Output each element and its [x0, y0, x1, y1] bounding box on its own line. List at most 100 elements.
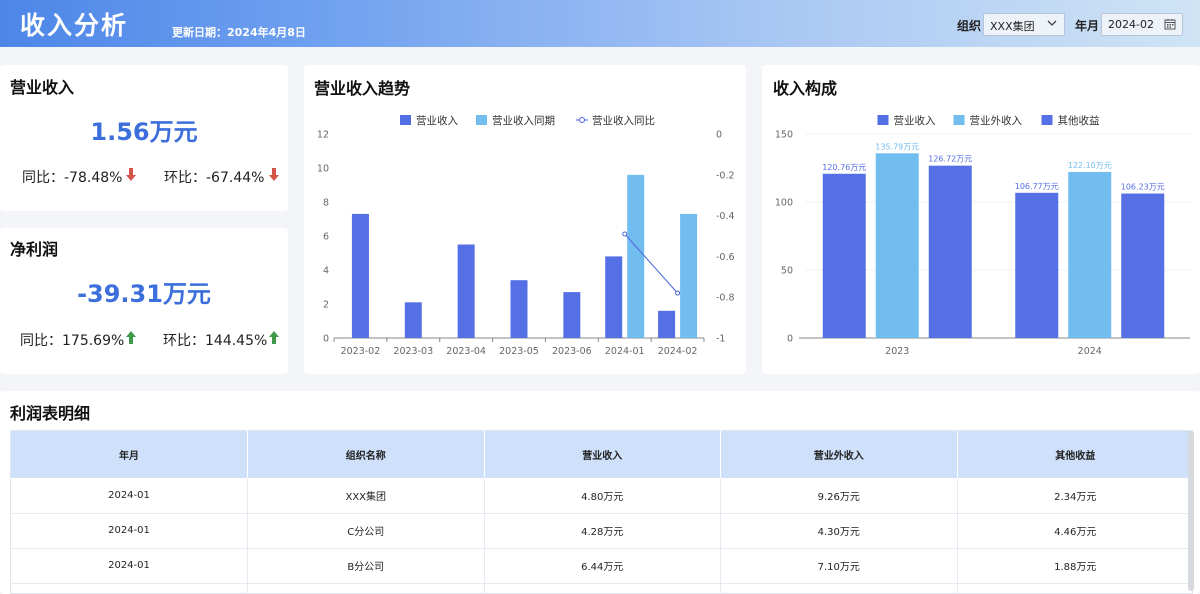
table-scrollbar[interactable]: [1188, 431, 1194, 591]
y-left-tick-label: 2: [323, 300, 329, 311]
cell-revenue: [484, 583, 721, 593]
y-left-tick-label: 4: [323, 266, 329, 277]
y-right-tick-label: 0: [716, 130, 722, 141]
cell-org: XXX集团: [247, 478, 485, 514]
org-select[interactable]: XXX集团: [983, 13, 1065, 36]
composition-chart: 营业收入 营业外收入 其他收益 0 50 100 150 2023 120.76万元 135.79…: [775, 114, 1190, 357]
month-picker-value: 2024-02: [1108, 18, 1154, 31]
bar-revenue: [404, 302, 422, 338]
x-tick-label: 2024: [1078, 346, 1102, 357]
y-tick-label: 0: [787, 334, 793, 345]
page-title: 收入分析: [20, 11, 129, 40]
cell-other-income: 4.46万元: [957, 513, 1192, 549]
table-row[interactable]: [11, 583, 1192, 593]
yoy-point: [675, 290, 681, 296]
x-tick-label: 2023-06: [552, 346, 592, 357]
bar-data-label: 135.79万元: [875, 142, 919, 151]
arrow-down-icon: [269, 168, 279, 181]
cell-org: B分公司: [247, 548, 485, 584]
table-title: 利润表明细: [10, 404, 91, 423]
legend-swatch: [1041, 115, 1053, 125]
bar-other-income: [1121, 193, 1165, 338]
legend-label: 营业收入同期: [492, 114, 555, 127]
cell-other-income: 2.34万元: [957, 478, 1192, 514]
bar-revenue: [563, 292, 581, 338]
legend-swatch: [877, 115, 889, 125]
bar-revenue: [605, 256, 623, 338]
bar-nonop-income: [875, 153, 919, 338]
x-tick-label: 2023-04: [446, 346, 486, 357]
y-right-tick-label: -0.2: [716, 170, 735, 181]
bar-revenue: [351, 213, 369, 338]
legend-label: 营业收入: [416, 114, 458, 127]
cell-revenue: 6.44万元: [484, 548, 721, 584]
table-header-row: 年月 组织名称 营业收入 营业外收入 其他收益: [11, 431, 1192, 478]
y-tick-label: 50: [781, 266, 793, 277]
revenue-value: 1.56万元: [90, 118, 198, 146]
month-filter-label: 年月: [1075, 19, 1100, 33]
cell-revenue: 4.80万元: [484, 478, 721, 514]
cell-nonop-income: [720, 583, 958, 593]
revenue-yoy: 同比：-78.48%: [22, 170, 123, 186]
cell-other-income: 1.88万元: [957, 548, 1192, 584]
y-right-tick-label: -0.4: [716, 211, 735, 222]
cell-org: [247, 583, 485, 593]
y-left-tick-label: 0: [323, 334, 329, 345]
bar-revenue-prior: [627, 174, 645, 338]
legend-swatch: [476, 115, 487, 125]
profit-card-title: 净利润: [10, 240, 59, 259]
cell-other-income: [957, 583, 1192, 593]
page-header: 收入分析 更新日期：2024年4月8日 组织 XXX集团 年月 2024-02: [0, 0, 1200, 47]
y-right-tick-label: -1: [716, 334, 725, 345]
org-select-value: XXX集团: [990, 20, 1035, 33]
bar-revenue: [457, 244, 475, 338]
profit-value: -39.31万元: [77, 280, 211, 308]
y-right-tick-label: -0.6: [716, 252, 735, 263]
cell-nonop-income: 4.30万元: [720, 513, 958, 549]
bar-revenue: [822, 173, 866, 338]
legend-label: 营业收入: [894, 114, 936, 127]
y-tick-label: 100: [775, 198, 793, 209]
profit-mom: 环比：144.45%: [163, 333, 268, 349]
x-tick-label: 2023: [885, 346, 909, 357]
table-row[interactable]: 2024-01 B分公司 6.44万元 7.10万元 1.88万元: [11, 548, 1192, 584]
col-header-other-income[interactable]: 其他收益: [957, 431, 1192, 478]
col-header-month[interactable]: 年月: [11, 431, 248, 478]
revenue-card: 营业收入 1.56万元 同比：-78.48% 环比：-67.44%: [0, 65, 288, 211]
x-tick-label: 2023-03: [393, 346, 433, 357]
cell-month: 2024-01: [11, 478, 248, 514]
update-date: 更新日期：2024年4月8日: [172, 26, 306, 39]
bar-data-label: 106.77万元: [1015, 182, 1059, 191]
bar-data-label: 106.23万元: [1121, 183, 1165, 192]
col-header-nonop-income[interactable]: 营业外收入: [720, 431, 958, 478]
bar-revenue: [1015, 192, 1059, 338]
trend-chart: 营业收入 营业收入同期 营业收入同比 0 2 4 6 8 10 12 0 -0.2 -0.4 -0.6 -0…: [317, 114, 735, 357]
month-picker[interactable]: 2024-02: [1101, 13, 1183, 36]
y-right-tick-label: -0.8: [716, 293, 735, 304]
bar-nonop-income: [1068, 171, 1112, 338]
cell-org: C分公司: [247, 513, 485, 549]
calendar-icon: [1164, 19, 1176, 30]
table-row[interactable]: 2024-01 XXX集团 4.80万元 9.26万元 2.34万元: [11, 478, 1192, 514]
bar-revenue: [510, 280, 528, 338]
x-tick-label: 2023-02: [341, 346, 381, 357]
bar-data-label: 126.72万元: [928, 155, 972, 164]
col-header-revenue[interactable]: 营业收入: [484, 431, 721, 478]
legend-line-marker: [579, 117, 585, 123]
bar-revenue: [658, 310, 676, 338]
trend-card: 营业收入趋势 营业收入 营业收入同期 营业收入同比 0 2 4 6 8 10 12 0 -0.2 -0.…: [304, 65, 746, 374]
legend-swatch: [953, 115, 965, 125]
bar-data-label: 120.76万元: [822, 163, 866, 172]
revenue-mom: 环比：-67.44%: [164, 170, 265, 186]
bar-revenue-prior: [680, 213, 698, 338]
legend-label: 其他收益: [1058, 114, 1100, 127]
org-filter-label: 组织: [957, 19, 982, 33]
x-tick-label: 2024-01: [605, 346, 645, 357]
legend-label: 营业外收入: [970, 114, 1023, 127]
profit-table: 年月 组织名称 营业收入 营业外收入 其他收益 2024-01 XXX集团 4.…: [10, 430, 1193, 594]
legend-label: 营业收入同比: [592, 114, 655, 127]
y-left-tick-label: 12: [317, 130, 329, 141]
col-header-org[interactable]: 组织名称: [247, 431, 485, 478]
chevron-down-icon: [1047, 20, 1057, 26]
table-row[interactable]: 2024-01 C分公司 4.28万元 4.30万元 4.46万元: [11, 513, 1192, 549]
